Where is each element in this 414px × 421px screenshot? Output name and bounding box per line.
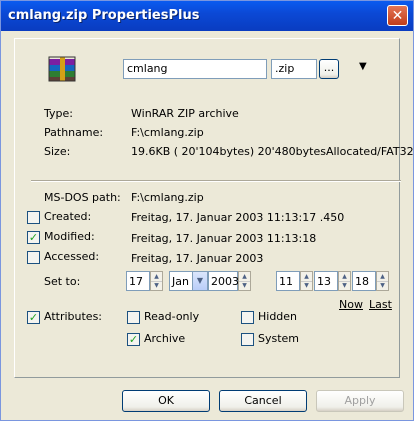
spin-down-icon[interactable]: ▼ (377, 281, 388, 290)
filename-input[interactable]: cmlang (123, 59, 267, 79)
accessed-checkbox[interactable] (27, 251, 40, 264)
archive-label: Archive (144, 332, 186, 345)
set-to-label: Set to: (44, 275, 81, 288)
month-dropdown-icon[interactable]: ▼ (192, 271, 208, 291)
close-button[interactable]: ✕ (387, 5, 408, 26)
hour-spinner[interactable]: ▲ ▼ (300, 271, 313, 291)
apply-button[interactable]: Apply (316, 390, 404, 412)
title-bar[interactable]: cmlang.zip PropertiesPlus ✕ (1, 1, 413, 31)
system-checkbox[interactable] (241, 333, 254, 346)
type-value: WinRAR ZIP archive (131, 107, 239, 120)
month-select[interactable]: Jan (169, 271, 193, 291)
pathname-value: F:\cmlang.zip (131, 126, 204, 139)
msdos-path-value: F:\cmlang.zip (131, 191, 204, 204)
hidden-checkbox[interactable] (241, 311, 254, 324)
second-input[interactable]: 18 (352, 271, 376, 291)
ok-button[interactable]: OK (122, 390, 210, 412)
cancel-button[interactable]: Cancel (219, 390, 307, 412)
close-icon: ✕ (391, 8, 404, 24)
pathname-label: Pathname: (44, 126, 104, 139)
created-value: Freitag, 17. Januar 2003 11:13:17 .450 (131, 211, 345, 224)
created-checkbox[interactable] (27, 211, 40, 224)
readonly-label: Read-only (144, 310, 200, 323)
now-link[interactable]: Now (339, 298, 363, 311)
last-link[interactable]: Last (369, 298, 392, 311)
winrar-archive-icon (48, 56, 76, 82)
modified-label: Modified: (44, 230, 95, 243)
type-label: Type: (44, 107, 73, 120)
minute-spinner[interactable]: ▲ ▼ (338, 271, 351, 291)
spin-down-icon[interactable]: ▼ (151, 281, 162, 290)
spin-down-icon[interactable]: ▼ (301, 281, 312, 290)
readonly-checkbox[interactable] (127, 311, 140, 324)
size-label: Size: (44, 145, 71, 158)
size-value: 19.6KB ( 20'104bytes) 20'480bytesAllocat… (131, 145, 414, 158)
properties-panel (14, 38, 400, 378)
hour-input[interactable]: 11 (276, 271, 300, 291)
attributes-label: Attributes: (44, 310, 103, 323)
archive-checkbox[interactable]: ✓ (127, 333, 140, 346)
created-label: Created: (44, 210, 92, 223)
extension-input[interactable]: .zip (271, 59, 317, 79)
system-label: System (258, 332, 300, 345)
dropdown-arrow-icon[interactable]: ▼ (359, 61, 367, 72)
accessed-label: Accessed: (44, 250, 100, 263)
spin-down-icon[interactable]: ▼ (339, 281, 350, 290)
spin-down-icon[interactable]: ▼ (239, 281, 250, 290)
hidden-label: Hidden (258, 310, 298, 323)
properties-dialog: cmlang.zip PropertiesPlus ✕ cmlang .zip … (0, 0, 414, 421)
minute-input[interactable]: 13 (314, 271, 338, 291)
modified-value: Freitag, 17. Januar 2003 11:13:18 (131, 232, 317, 245)
accessed-value: Freitag, 17. Januar 2003 (131, 252, 264, 265)
day-spinner[interactable]: ▲ ▼ (150, 271, 163, 291)
modified-checkbox[interactable]: ✓ (27, 231, 40, 244)
year-spinner[interactable]: ▲ ▼ (238, 271, 251, 291)
msdos-path-label: MS-DOS path: (44, 191, 121, 204)
second-spinner[interactable]: ▲ ▼ (376, 271, 389, 291)
day-input[interactable]: 17 (126, 271, 150, 291)
separator (31, 180, 401, 182)
window-title: cmlang.zip PropertiesPlus (8, 8, 200, 23)
browse-button[interactable]: ... (319, 59, 339, 79)
year-input[interactable]: 2003 (208, 271, 239, 291)
attributes-checkbox[interactable]: ✓ (27, 311, 40, 324)
